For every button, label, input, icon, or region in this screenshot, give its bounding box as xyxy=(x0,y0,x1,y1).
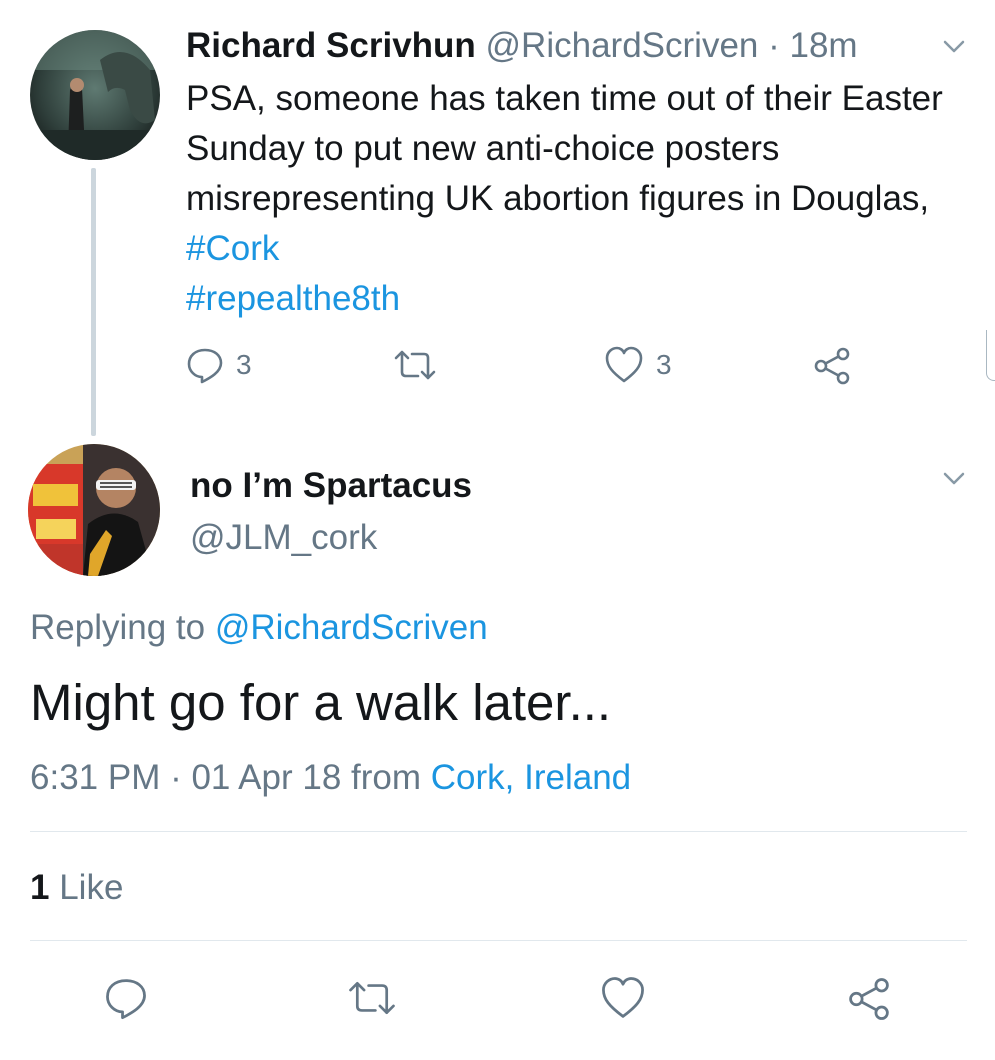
share-icon xyxy=(846,976,892,1022)
like-count: 3 xyxy=(656,349,672,380)
reply-icon xyxy=(186,346,224,384)
replying-to-handle[interactable]: @RichardScriven xyxy=(215,608,488,647)
divider xyxy=(30,831,967,832)
author-name[interactable]: Richard Scrivhun xyxy=(186,26,476,65)
tweet-location[interactable]: Cork, Ireland xyxy=(431,758,631,797)
tweet-meta: 6:31 PM · 01 Apr 18 from Cork, Ireland xyxy=(30,756,631,800)
tweet-header: Richard Scrivhun @RichardScriven · 18m xyxy=(186,24,858,68)
tweet-timestamp: 6:31 PM · 01 Apr 18 xyxy=(30,758,342,797)
share-button[interactable] xyxy=(812,346,852,386)
hashtag-repealthe8th[interactable]: #repealthe8th xyxy=(186,279,400,318)
tweet-text-body: PSA, someone has taken time out of their… xyxy=(186,79,943,218)
from-label: from xyxy=(351,758,422,797)
avatar-richard[interactable] xyxy=(30,30,160,160)
divider xyxy=(30,940,967,941)
avatar-spartacus[interactable] xyxy=(28,444,160,576)
scrollbar-indicator[interactable] xyxy=(986,330,995,381)
thread-connector-line xyxy=(91,168,96,436)
likes-count: 1 xyxy=(30,868,50,907)
retweet-icon xyxy=(346,978,398,1018)
chevron-down-icon[interactable] xyxy=(943,472,965,486)
heart-icon xyxy=(600,976,646,1020)
tweet-text: PSA, someone has taken time out of their… xyxy=(186,74,976,324)
tweet-time[interactable]: 18m xyxy=(790,26,858,65)
likes-label: Like xyxy=(59,868,124,907)
like-button[interactable]: 3 xyxy=(604,346,672,384)
retweet-button[interactable] xyxy=(392,348,438,382)
reply-button[interactable] xyxy=(104,976,148,1020)
reply-author-name[interactable]: no I’m Spartacus xyxy=(190,464,472,508)
reply-icon xyxy=(104,976,148,1020)
heart-icon xyxy=(604,346,644,384)
retweet-button[interactable] xyxy=(346,978,398,1018)
likes-summary[interactable]: 1 Like xyxy=(30,866,123,910)
like-button[interactable] xyxy=(600,976,646,1020)
replying-to-label: Replying to xyxy=(30,608,206,647)
reply-tweet-text: Might go for a walk later... xyxy=(30,674,612,731)
chevron-down-icon[interactable] xyxy=(943,40,965,54)
hashtag-cork[interactable]: #Cork xyxy=(186,229,279,268)
share-button[interactable] xyxy=(846,976,892,1022)
reply-count: 3 xyxy=(236,349,252,380)
reply-author-handle[interactable]: @JLM_cork xyxy=(190,516,377,560)
author-handle[interactable]: @RichardScriven xyxy=(486,26,759,65)
replying-to-line: Replying to @RichardScriven xyxy=(30,606,488,650)
reply-button[interactable]: 3 xyxy=(186,346,252,384)
separator-dot: · xyxy=(768,26,780,65)
share-icon xyxy=(812,346,852,386)
retweet-icon xyxy=(392,348,438,382)
